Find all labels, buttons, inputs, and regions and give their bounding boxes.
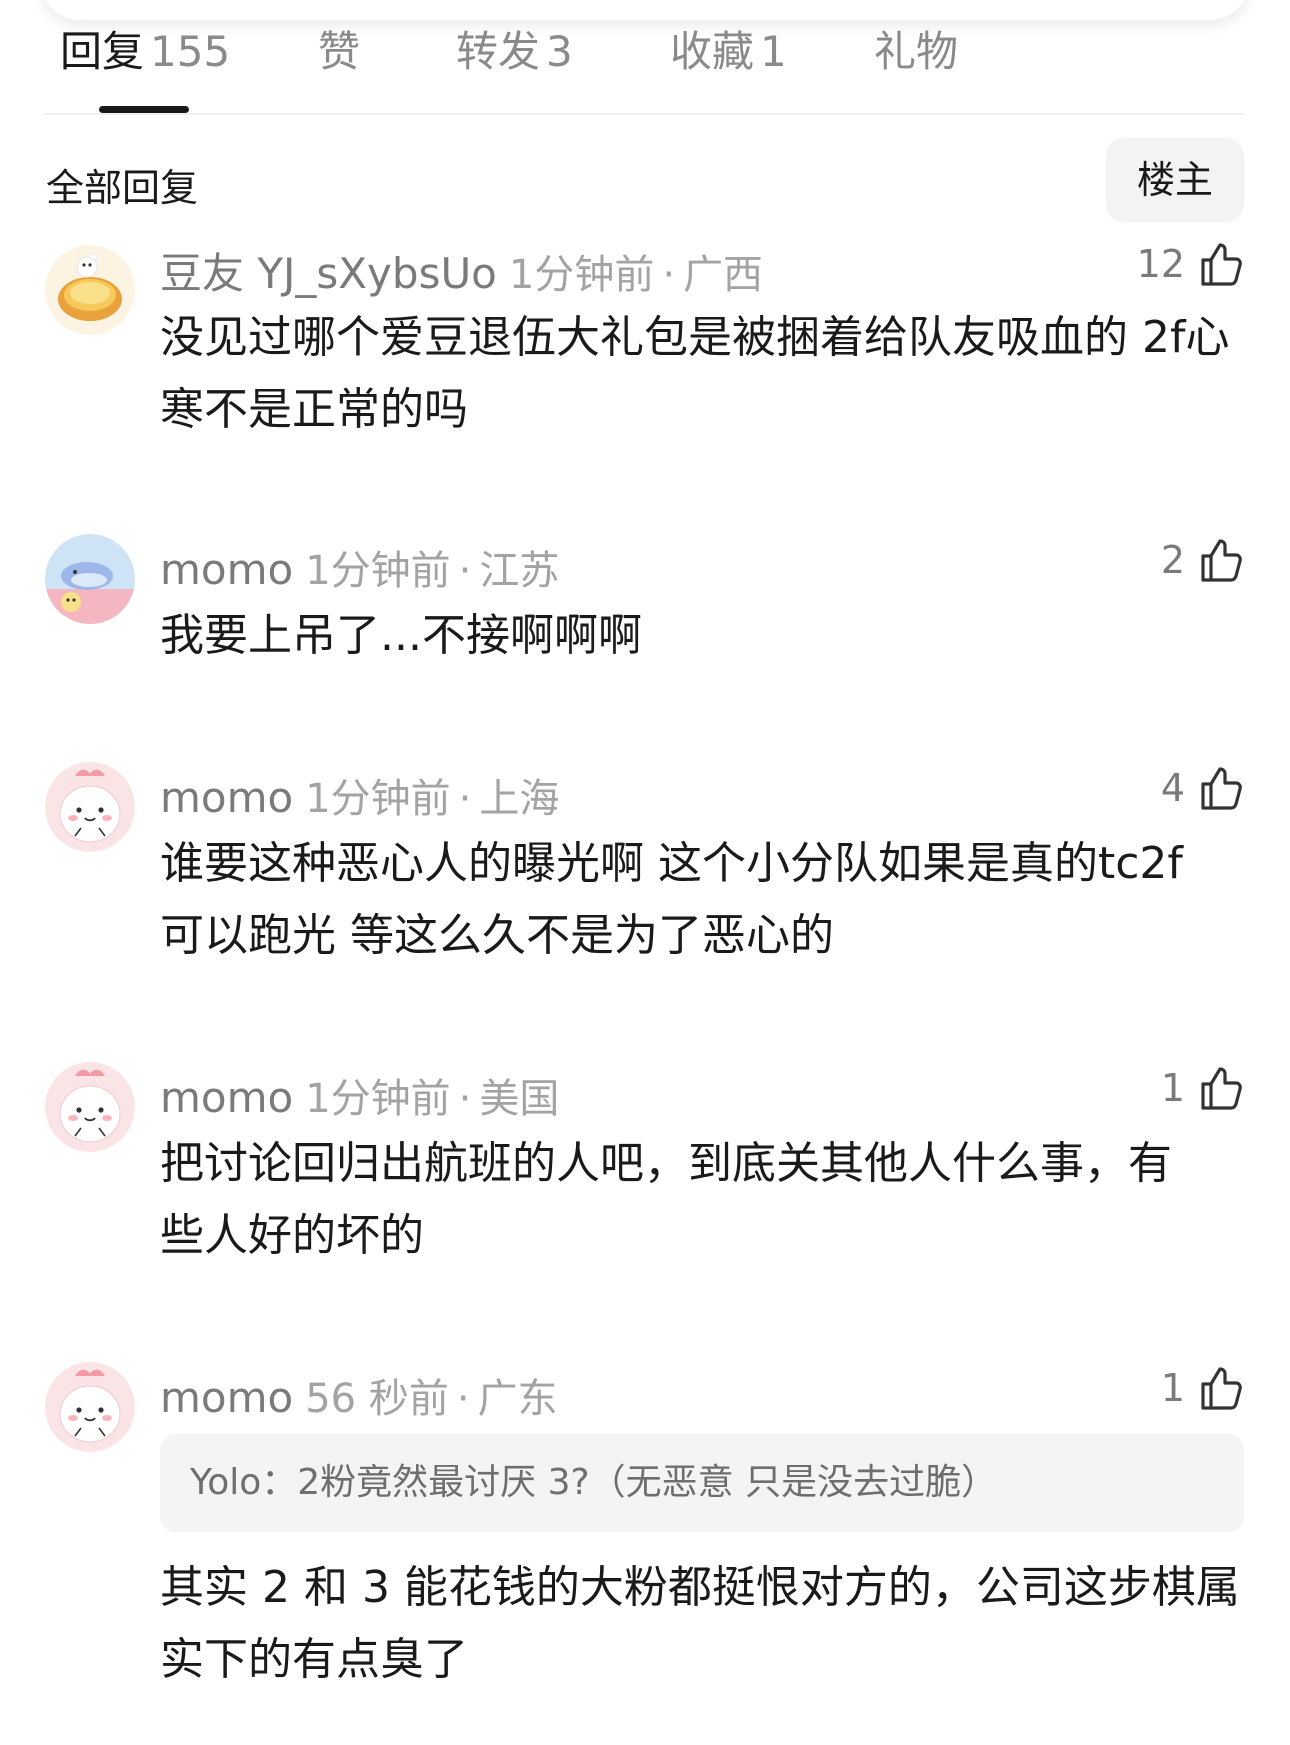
egg-tart-avatar-icon — [45, 245, 135, 335]
pink-blob-avatar-icon — [45, 1062, 135, 1152]
like-count: 12 — [1136, 242, 1185, 286]
tab-favorites[interactable]: 收藏 1 — [670, 18, 787, 79]
comment-text: 把讨论回归出航班的人吧，到底关其他人什么事，有些人好的坏的 — [160, 1138, 1172, 1261]
like-button[interactable]: 1 — [1161, 1060, 1245, 1116]
like-button[interactable]: 2 — [1161, 532, 1245, 588]
comment-location: 上海 — [479, 776, 560, 822]
like-button[interactable]: 12 — [1137, 236, 1245, 292]
op-filter-button[interactable]: 楼主 — [1106, 138, 1244, 222]
like-count: 4 — [1160, 766, 1185, 810]
pink-blob-avatar-icon — [45, 762, 135, 852]
tab-favorites-label: 收藏 — [670, 27, 755, 76]
like-count: 1 — [1160, 1066, 1185, 1110]
quoted-reply[interactable]: Yolo：2粉竟然最讨厌 3?（无恶意 只是没去过脆） — [160, 1434, 1244, 1532]
comment-text: 其实 2 和 3 能花钱的大粉都挺恨对方的，公司这步棋属实下的有点臭了 — [160, 1562, 1240, 1685]
meta-separator: · — [456, 1376, 470, 1422]
username[interactable]: momo — [160, 1373, 293, 1422]
comment-text: 谁要这种恶心人的曝光啊 这个小分队如果是真的tc2f可以跑光 等这么久不是为了恶… — [160, 838, 1183, 961]
thumbs-up-icon — [1201, 243, 1242, 286]
avatar[interactable] — [45, 534, 135, 624]
comment-location: 广东 — [477, 1376, 558, 1422]
comment-text: 我要上吊了...不接啊啊啊 — [160, 610, 642, 661]
comment-meta: momo 1分钟前 · 美国 — [160, 1066, 559, 1124]
dolphin-avatar-icon — [45, 534, 135, 624]
comment-time: 1分钟前 — [305, 776, 451, 822]
comment-text: 没见过哪个爱豆退伍大礼包是被捆着给队友吸血的 2f心寒不是正常的吗 — [160, 312, 1230, 435]
tab-likes-label: 赞 — [318, 27, 361, 76]
thumbs-up-icon — [1201, 1367, 1242, 1410]
meta-separator: · — [458, 776, 472, 822]
thumbs-up-icon — [1201, 767, 1242, 810]
tab-reposts[interactable]: 转发 3 — [456, 18, 573, 79]
tab-active-indicator — [99, 106, 189, 113]
comment-location: 美国 — [479, 1076, 560, 1122]
tab-gifts-label: 礼物 — [874, 27, 959, 76]
comment-meta: momo 1分钟前 · 上海 — [160, 766, 559, 824]
pink-blob-avatar-icon — [45, 1362, 135, 1452]
comment-location: 江苏 — [479, 548, 560, 594]
comment-time: 1分钟前 — [305, 548, 451, 594]
username[interactable]: momo — [160, 1073, 293, 1122]
meta-separator: · — [458, 548, 472, 594]
like-button[interactable]: 1 — [1161, 1360, 1245, 1416]
tab-replies[interactable]: 回复 155 — [60, 18, 230, 79]
avatar[interactable] — [45, 245, 135, 335]
tab-replies-count: 155 — [150, 27, 231, 76]
comment-meta: momo 1分钟前 · 江苏 — [160, 538, 559, 596]
comment-time: 1分钟前 — [305, 1076, 451, 1122]
tab-replies-label: 回复 — [60, 27, 145, 76]
like-count: 2 — [1160, 538, 1185, 582]
tab-bar: 回复 155 赞 转发 3 收藏 1 礼物 — [0, 18, 1290, 98]
top-card-edge — [40, 0, 1250, 20]
tab-divider — [44, 113, 1244, 115]
avatar[interactable] — [45, 1362, 135, 1452]
comment-meta: 豆友 YJ_sXybsUo 1分钟前 · 广西 — [160, 240, 763, 301]
tab-favorites-count: 1 — [760, 27, 787, 76]
avatar[interactable] — [45, 762, 135, 852]
meta-separator: · — [662, 252, 676, 298]
like-count: 1 — [1160, 1366, 1185, 1410]
comment-time: 56 秒前 — [305, 1376, 449, 1422]
section-title: 全部回复 — [46, 166, 199, 210]
tab-gifts[interactable]: 礼物 — [874, 18, 958, 79]
username[interactable]: momo — [160, 545, 293, 594]
username[interactable]: momo — [160, 773, 293, 822]
comment-location: 广西 — [683, 252, 764, 298]
avatar[interactable] — [45, 1062, 135, 1152]
thumbs-up-icon — [1201, 539, 1242, 582]
username[interactable]: 豆友 YJ_sXybsUo — [160, 249, 497, 298]
tab-likes[interactable]: 赞 — [318, 18, 360, 79]
meta-separator: · — [458, 1076, 472, 1122]
comment-time: 1分钟前 — [508, 252, 655, 298]
like-button[interactable]: 4 — [1161, 760, 1245, 816]
tab-reposts-count: 3 — [546, 27, 573, 76]
thumbs-up-icon — [1201, 1067, 1242, 1110]
comment-meta: momo 56 秒前 · 广东 — [160, 1366, 558, 1424]
tab-reposts-label: 转发 — [456, 27, 541, 76]
